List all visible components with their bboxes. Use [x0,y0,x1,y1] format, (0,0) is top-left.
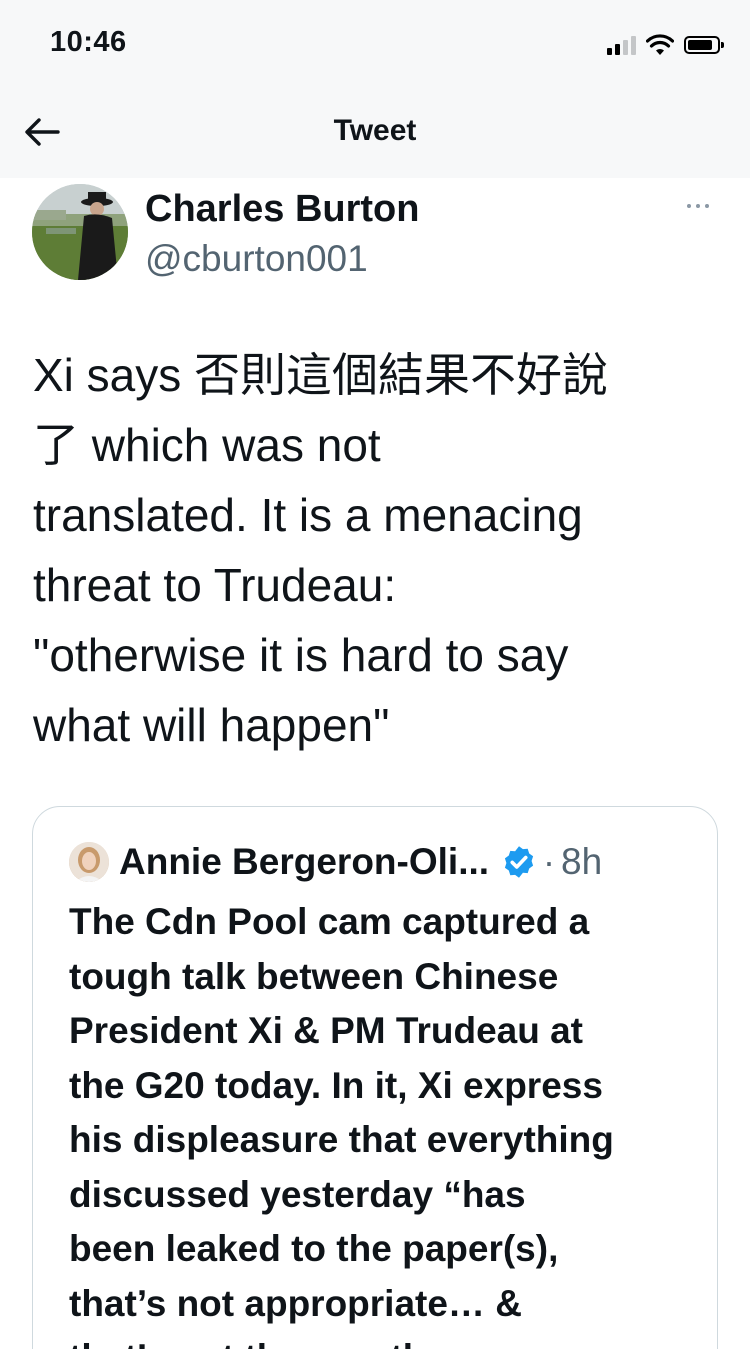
separator-dot: · [543,841,556,882]
quoted-tweet[interactable]: Annie Bergeron-Oli... · 8h The Cdn Pool … [32,806,718,1349]
avatar-image [32,184,128,280]
cellular-signal-icon [607,35,636,55]
status-time: 10:46 [50,26,127,58]
quoted-author-avatar [69,842,109,882]
verified-badge-icon [504,846,534,878]
quoted-tweet-text: The Cdn Pool cam captured a tough talk b… [69,901,614,1349]
more-options-icon[interactable] [678,196,718,216]
wifi-icon [646,34,674,55]
status-icons [607,30,724,60]
battery-icon [684,36,724,54]
tweet-text: Xi says 否則這個結果不好說 了 which was not transl… [33,349,609,751]
tweet-detail-screen: 10:46 Tweet Charles Burton @cburton001 X… [0,0,750,1349]
quoted-author-name: Annie Bergeron-Oli... [119,841,490,882]
author-display-name[interactable]: Charles Burton [145,188,419,231]
author-handle[interactable]: @cburton001 [145,238,368,280]
top-bar: 10:46 Tweet [0,0,750,178]
avatar[interactable] [32,184,128,280]
tweet-author: Charles Burton @cburton001 [32,184,722,284]
quoted-tweet-header: Annie Bergeron-Oli... · 8h [69,837,709,887]
page-title: Tweet [333,114,417,147]
quoted-tweet-time: 8h [561,841,603,882]
